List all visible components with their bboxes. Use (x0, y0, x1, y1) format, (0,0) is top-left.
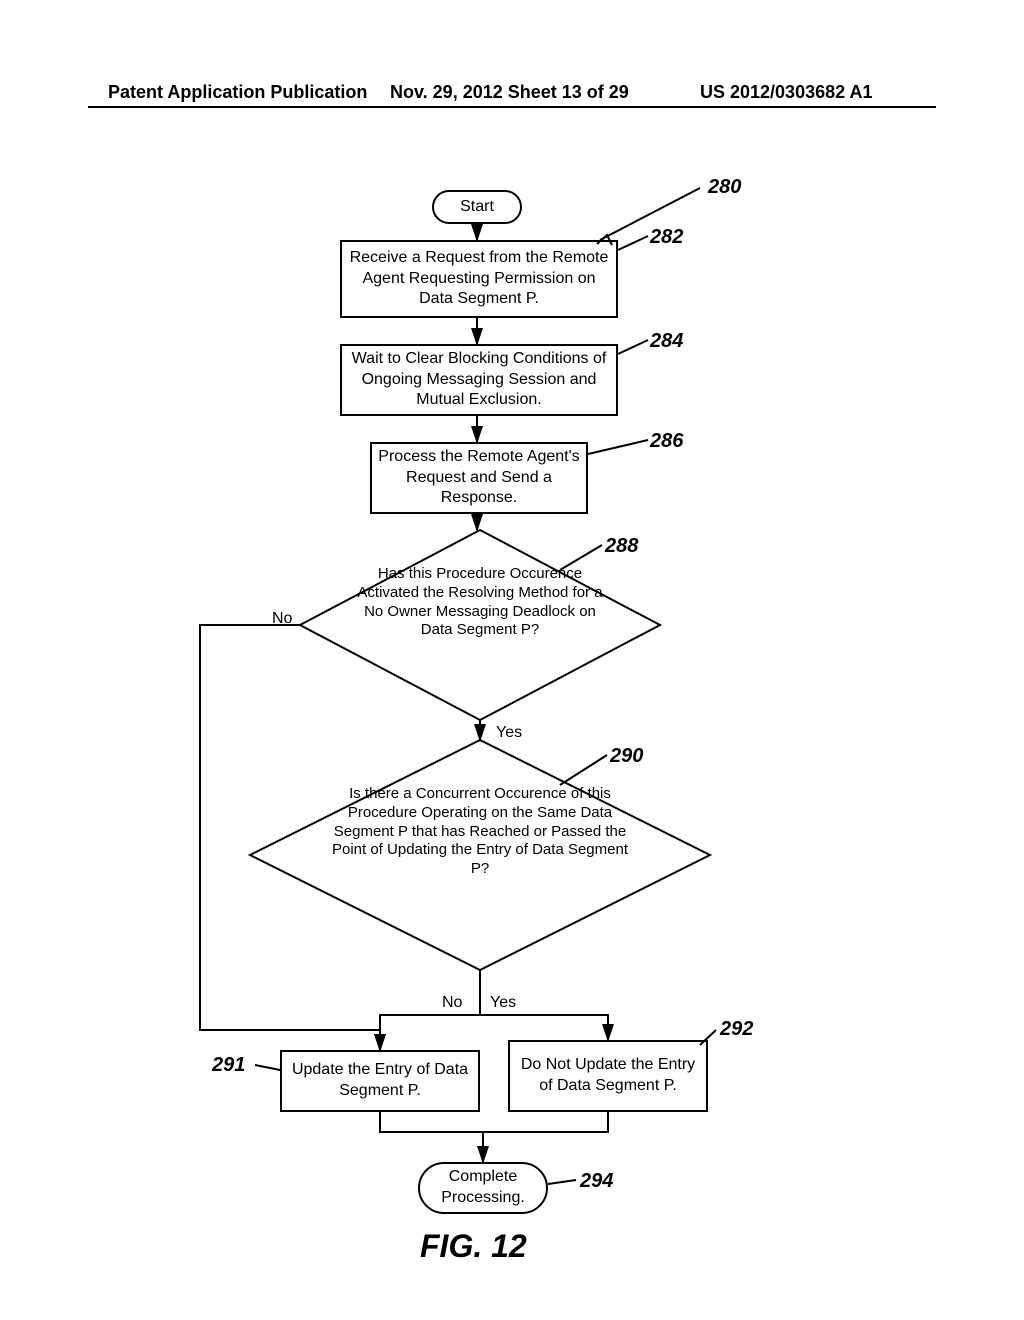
header-rule (88, 106, 936, 108)
node-292: Do Not Update the Entry of Data Segment … (508, 1040, 708, 1112)
node-291: Update the Entry of Data Segment P. (280, 1050, 480, 1112)
ref-292: 292 (720, 1018, 753, 1041)
node-290-text: Is there a Concurrent Occurence of this … (330, 785, 630, 879)
node-end-text: Complete Processing. (426, 1167, 540, 1209)
header-left: Patent Application Publication (108, 82, 367, 103)
label-no-288: No (272, 610, 292, 628)
figure-label: FIG. 12 (420, 1228, 527, 1265)
node-291-text: Update the Entry of Data Segment P. (288, 1060, 472, 1102)
node-end: Complete Processing. (418, 1162, 548, 1214)
ref-294: 294 (580, 1170, 613, 1193)
node-288-text: Has this Procedure Occurence Activated t… (350, 565, 610, 640)
node-284-text: Wait to Clear Blocking Conditions of Ong… (348, 349, 610, 411)
header-mid: Nov. 29, 2012 Sheet 13 of 29 (390, 82, 629, 103)
node-284: Wait to Clear Blocking Conditions of Ong… (340, 344, 618, 416)
ref-282: 282 (650, 226, 683, 249)
label-yes-290: Yes (490, 994, 516, 1012)
node-288: Has this Procedure Occurence Activated t… (300, 530, 660, 720)
ref-291: 291 (212, 1054, 245, 1077)
node-286-text: Process the Remote Agent's Request and S… (378, 447, 580, 509)
label-no-290: No (442, 994, 462, 1012)
label-yes-288: Yes (496, 724, 522, 742)
node-282: Receive a Request from the Remote Agent … (340, 240, 618, 318)
node-start: Start (432, 190, 522, 224)
node-282-text: Receive a Request from the Remote Agent … (348, 248, 610, 310)
ref-286: 286 (650, 430, 683, 453)
header-right: US 2012/0303682 A1 (700, 82, 872, 103)
ref-280: 280 (708, 176, 741, 199)
node-286: Process the Remote Agent's Request and S… (370, 442, 588, 514)
node-290: Is there a Concurrent Occurence of this … (250, 740, 710, 970)
node-start-text: Start (460, 197, 494, 218)
ref-284: 284 (650, 330, 683, 353)
node-292-text: Do Not Update the Entry of Data Segment … (516, 1055, 700, 1097)
